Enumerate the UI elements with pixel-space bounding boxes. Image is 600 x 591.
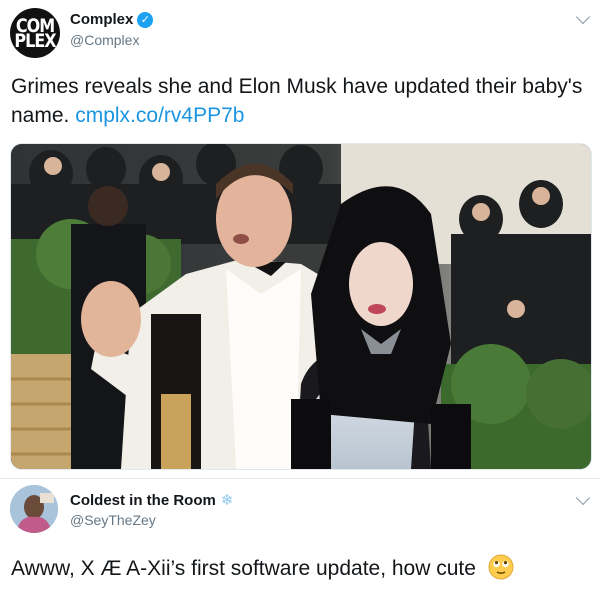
author-display-name[interactable]: Complex (70, 11, 133, 28)
user-avatar[interactable] (10, 485, 58, 533)
author-handle[interactable]: @Complex (70, 32, 139, 48)
tweet-text: Grimes reveals she and Elon Musk have up… (11, 72, 591, 130)
photo-image (11, 144, 591, 469)
reply-tweet-text: Awww, X Æ A-Xii’s first software update,… (11, 554, 591, 583)
reply-author-display-name[interactable]: Coldest in the Room (70, 492, 216, 509)
tweet-link[interactable]: cmplx.co/rv4PP7b (75, 104, 244, 127)
reply-tweet-card[interactable]: Coldest in the Room ❄ @SeyTheZey Awww, X… (0, 478, 600, 591)
reply-author-handle[interactable]: @SeyTheZey (70, 512, 156, 528)
relieved-eyes-up-emoji-icon (488, 554, 514, 580)
tweet-photo[interactable] (10, 143, 592, 470)
snowflake-icon: ❄ (220, 492, 234, 509)
chevron-down-icon[interactable] (575, 9, 591, 25)
avatar-logo-line-2: PLEX (14, 29, 56, 52)
author-name-row[interactable]: Complex ✓ (70, 11, 154, 28)
reply-body: Awww, X Æ A-Xii’s first software update,… (11, 557, 476, 580)
avatar-image (10, 485, 58, 533)
tweet-card[interactable]: COM PLEX Complex ✓ @Complex Grimes revea… (0, 0, 600, 478)
complex-avatar[interactable]: COM PLEX (10, 8, 60, 58)
reply-author-name-row[interactable]: Coldest in the Room ❄ (70, 491, 234, 510)
verified-badge-icon: ✓ (137, 11, 154, 28)
chevron-down-icon[interactable] (575, 490, 591, 506)
